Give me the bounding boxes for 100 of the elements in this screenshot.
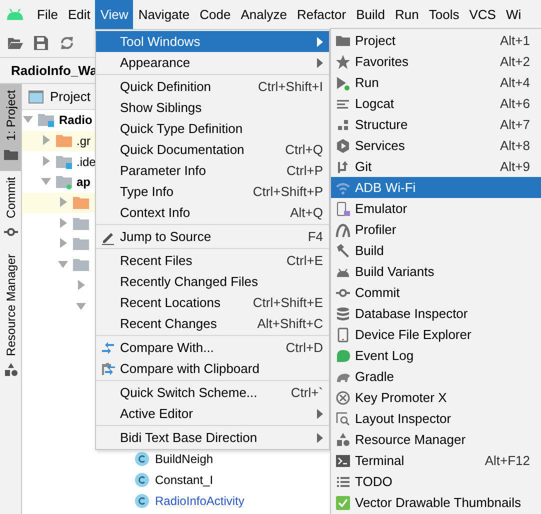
tree-item[interactable]: Constant_I <box>155 472 214 487</box>
menu-item[interactable]: Quick Type Definition <box>96 118 329 139</box>
menu-item[interactable]: Key Promoter X <box>331 387 541 408</box>
collapsed-arrow-icon[interactable] <box>58 218 68 228</box>
speech-blob-icon <box>335 348 351 364</box>
side-tab[interactable]: Commit <box>0 170 21 248</box>
side-tab[interactable]: 1: Project <box>0 84 21 171</box>
menu-bar-item[interactable]: Run <box>390 0 424 29</box>
checkbox-icon <box>335 494 351 510</box>
expanded-arrow-icon[interactable] <box>76 300 86 311</box>
menu-bar-item[interactable]: Code <box>194 0 236 29</box>
menu-item[interactable]: Context Info Alt+Q <box>96 202 329 223</box>
menu-bar-item[interactable]: Edit <box>62 0 96 29</box>
branch-icon <box>335 158 351 174</box>
menu-bar-item[interactable]: View <box>95 0 134 29</box>
phone-icon <box>335 326 351 342</box>
menu-bar-item[interactable]: Wi <box>500 0 526 29</box>
collapsed-arrow-icon[interactable] <box>58 238 68 248</box>
menu-item[interactable]: Parameter Info Ctrl+P <box>96 160 329 181</box>
folder-icon <box>54 133 72 150</box>
menu-item[interactable]: Recently Changed Files <box>96 271 329 292</box>
terminal-icon <box>335 452 351 468</box>
menu-item[interactable]: Recent Locations Ctrl+Shift+E <box>96 292 329 313</box>
folder-icon <box>54 174 72 190</box>
database-icon <box>335 306 351 322</box>
expanded-arrow-icon[interactable] <box>40 176 50 186</box>
expanded-arrow-icon[interactable] <box>23 114 33 124</box>
menu-item[interactable]: Vector Drawable Thumbnails <box>331 492 541 513</box>
expanded-arrow-icon[interactable] <box>58 259 68 270</box>
menu-bar-item[interactable]: Refactor <box>292 0 352 29</box>
menu-item[interactable]: Terminal Alt+F12 <box>331 450 541 471</box>
tree-item[interactable]: ap <box>76 175 91 190</box>
menu-item[interactable]: TODO <box>331 471 541 492</box>
menu-bar-item[interactable]: VCS <box>464 0 501 29</box>
side-tab[interactable]: Resource Manager <box>0 248 21 386</box>
shapes-icon <box>2 362 18 378</box>
menu-item[interactable]: Project Alt+1 <box>331 30 541 51</box>
menu-item[interactable]: Structure Alt+7 <box>331 114 541 135</box>
menu-bar-item[interactable]: Analyze <box>236 0 292 29</box>
folder-icon <box>54 154 72 170</box>
tree-item[interactable]: Radio <box>59 113 92 128</box>
menu-item[interactable]: Resource Manager <box>331 429 541 450</box>
menu-item[interactable]: Active Editor <box>96 403 329 424</box>
menu-item[interactable]: Appearance <box>96 52 329 73</box>
menu-item[interactable]: Bidi Text Base Direction <box>96 427 329 448</box>
sync-icon[interactable] <box>59 35 75 51</box>
tree-item[interactable]: BuildNeigh <box>155 452 214 466</box>
menu-bar-item[interactable]: Build <box>351 0 390 29</box>
class-icon <box>133 492 151 509</box>
panel-title[interactable]: Project <box>50 89 90 104</box>
menu-item[interactable]: Recent Files Ctrl+E <box>96 250 329 271</box>
window-icon <box>28 88 44 104</box>
class-icon <box>133 472 151 488</box>
menu-item[interactable]: Services Alt+8 <box>331 135 541 156</box>
menu-item[interactable]: Favorites Alt+2 <box>331 51 541 72</box>
menu-item[interactable]: Recent Changes Alt+Shift+C <box>96 313 329 334</box>
menu-item[interactable]: ADB Wi-Fi <box>331 177 541 198</box>
menu-item[interactable]: Jump to Source F4 <box>96 226 329 247</box>
tree-item[interactable]: .ide <box>76 154 96 169</box>
menu-item[interactable]: Quick Switch Scheme... Ctrl+` <box>96 382 329 403</box>
menu-bar-item[interactable]: Tools <box>424 0 464 29</box>
menu-item[interactable]: Database Inspector <box>331 303 541 324</box>
menu-item[interactable]: Run Alt+4 <box>331 72 541 93</box>
menu-item[interactable]: Logcat Alt+6 <box>331 93 541 114</box>
menu-item[interactable]: Device File Explorer <box>331 324 541 345</box>
menu-item[interactable]: Layout Inspector <box>331 408 541 429</box>
open-folder-icon[interactable] <box>7 35 23 51</box>
menu-item[interactable]: Type Info Ctrl+Shift+P <box>96 181 329 202</box>
folder-icon <box>72 195 90 212</box>
collapsed-arrow-icon[interactable] <box>40 156 50 166</box>
menu-bar-item[interactable]: Navigate <box>133 0 195 29</box>
round-badge-icon <box>335 390 351 406</box>
device-screen-icon <box>335 200 351 216</box>
menu-item[interactable]: Event Log <box>331 345 541 366</box>
folder-icon <box>72 216 90 232</box>
collapsed-arrow-icon[interactable] <box>76 280 86 290</box>
menu-bar-item[interactable]: File <box>32 0 63 29</box>
menu-item[interactable]: Show Siblings <box>96 97 329 118</box>
menu-item[interactable]: Gradle <box>331 366 541 387</box>
menu-item[interactable]: Commit <box>331 282 541 303</box>
menu-item[interactable]: Build <box>331 240 541 261</box>
menu-item[interactable]: Quick Definition Ctrl+Shift+I <box>96 76 329 97</box>
compare-arrows-icon <box>100 340 116 356</box>
save-icon[interactable] <box>33 35 49 51</box>
menu-item[interactable]: Compare With... Ctrl+D <box>96 337 329 358</box>
menu-item[interactable]: Tool Windows <box>96 31 329 52</box>
menu-item[interactable]: Profiler <box>331 219 541 240</box>
play-icon <box>335 74 351 90</box>
menu-item[interactable]: Quick Documentation Ctrl+Q <box>96 139 329 160</box>
menu-item[interactable]: Compare with Clipboard <box>96 358 329 379</box>
tree-item[interactable]: .gr <box>76 134 91 148</box>
collapsed-arrow-icon[interactable] <box>40 135 50 146</box>
gauge-icon <box>335 222 351 238</box>
project-name[interactable]: RadioInfo_Wa <box>11 63 98 78</box>
collapsed-arrow-icon[interactable] <box>58 197 68 208</box>
menu-item[interactable]: Git Alt+9 <box>331 156 541 177</box>
menu-item[interactable]: Emulator <box>331 198 541 219</box>
menu-item[interactable]: Build Variants <box>331 261 541 282</box>
hammer-icon <box>335 242 351 258</box>
tree-item[interactable]: RadioInfoActivity <box>155 494 244 508</box>
